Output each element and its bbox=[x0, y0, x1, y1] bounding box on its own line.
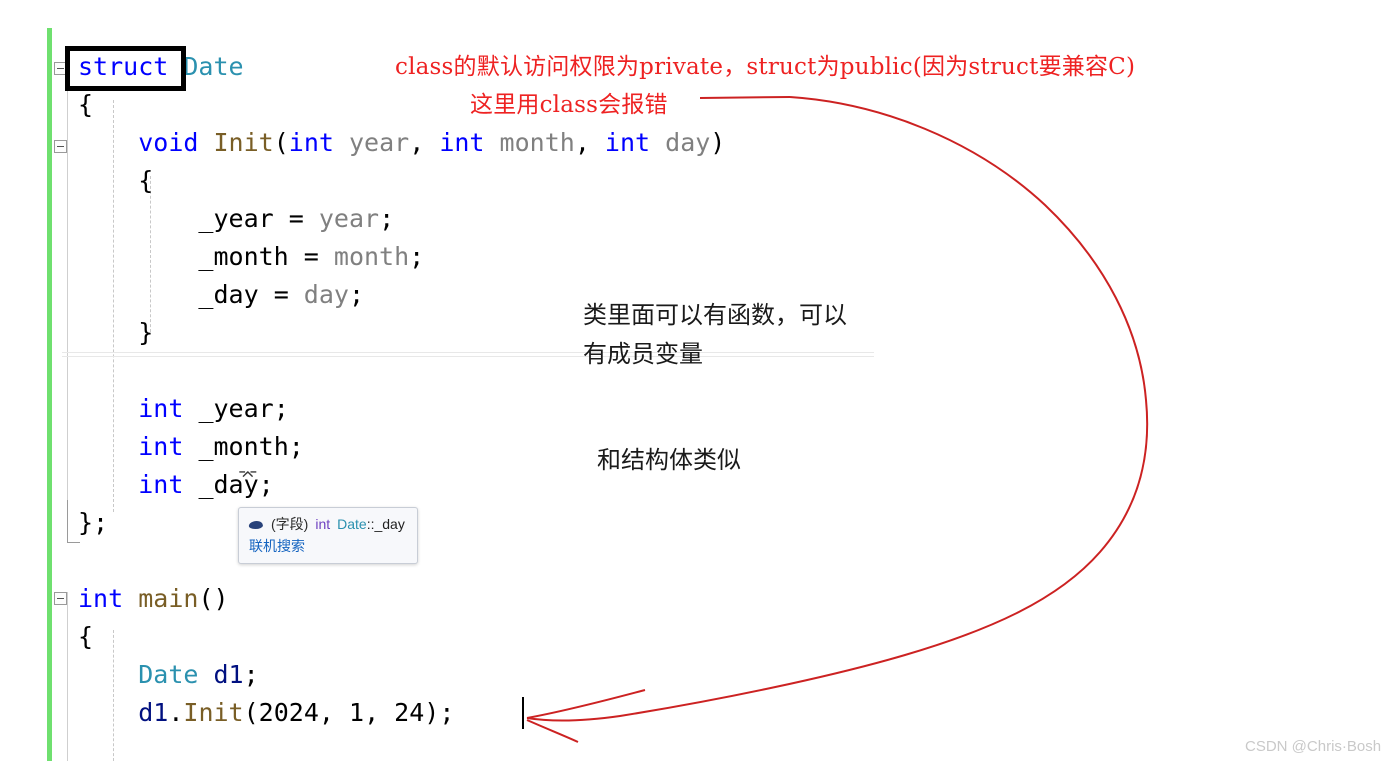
code-token: Date bbox=[183, 52, 244, 81]
code-token: void bbox=[138, 128, 199, 157]
code-token: 2024 bbox=[258, 698, 319, 727]
code-token: ); bbox=[424, 698, 455, 727]
code-token: day bbox=[665, 128, 711, 157]
code-token: ; bbox=[379, 204, 395, 233]
code-token: Init bbox=[183, 698, 244, 727]
collapse-toggle-main[interactable] bbox=[54, 592, 67, 605]
code-token: { bbox=[138, 166, 154, 195]
tooltip-kind-label: (字段) bbox=[271, 516, 309, 532]
code-line[interactable]: { bbox=[78, 618, 725, 656]
code-token: = bbox=[273, 204, 319, 233]
code-line[interactable]: _year = year; bbox=[78, 200, 725, 238]
code-token: int bbox=[604, 128, 651, 157]
code-token: { bbox=[78, 622, 94, 651]
outlining-line-main bbox=[67, 592, 68, 761]
code-token: _month bbox=[198, 242, 289, 271]
code-token: day bbox=[303, 280, 349, 309]
code-token: Date bbox=[138, 660, 199, 689]
code-token: ; bbox=[348, 280, 365, 309]
code-token: } bbox=[138, 318, 154, 347]
text-ibeam-cursor: ⌤ bbox=[238, 466, 258, 485]
annotation-red-line-1: class的默认访问权限为private，struct为public(因为str… bbox=[395, 54, 1136, 80]
code-token: d1 bbox=[138, 698, 169, 727]
code-line[interactable]: int main() bbox=[78, 580, 725, 618]
code-token: _month bbox=[198, 432, 289, 461]
tooltip-qualifier: Date bbox=[337, 516, 367, 532]
code-token: , bbox=[574, 128, 605, 157]
code-token: = bbox=[288, 242, 334, 271]
code-token: _year bbox=[198, 204, 274, 233]
code-token: ) bbox=[710, 128, 726, 157]
code-line[interactable]: _month = month; bbox=[78, 238, 725, 276]
intellisense-quickinfo-tooltip[interactable]: (字段) int Date::_day 联机搜索 bbox=[238, 507, 418, 564]
code-token: = bbox=[258, 280, 304, 309]
change-tracking-bar bbox=[47, 28, 52, 761]
code-token: . bbox=[168, 698, 184, 727]
code-token: int bbox=[138, 394, 184, 423]
code-token: Init bbox=[213, 128, 274, 157]
code-token: }; bbox=[78, 508, 109, 537]
code-line[interactable]: d1.Init(2024, 1, 24); bbox=[78, 694, 725, 732]
code-token: int bbox=[138, 470, 184, 499]
annotation-red-line-2: 这里用class会报错 bbox=[470, 92, 668, 118]
code-token: month bbox=[333, 242, 410, 271]
code-token: ; bbox=[288, 432, 304, 461]
code-line[interactable]: { bbox=[78, 162, 725, 200]
code-token: , bbox=[318, 698, 349, 727]
collapse-toggle-init[interactable] bbox=[54, 140, 67, 153]
annotation-black-line-3: 和结构体类似 bbox=[597, 446, 741, 474]
csdn-watermark: CSDN @Chris·Bosh bbox=[1245, 738, 1382, 755]
tooltip-qualified-name: Date::_day bbox=[337, 514, 405, 535]
annotation-black-line-1: 类里面可以有函数，可以 bbox=[583, 301, 847, 329]
tooltip-member: _day bbox=[374, 516, 405, 532]
code-token: year bbox=[349, 128, 410, 157]
code-token: ; bbox=[273, 394, 289, 423]
code-text[interactable]: struct Date{ void Init(int year, int mon… bbox=[78, 48, 725, 732]
code-token: ( bbox=[273, 128, 289, 157]
code-line[interactable]: int _year; bbox=[78, 390, 725, 428]
code-token: int bbox=[78, 584, 124, 613]
code-token: ; bbox=[243, 660, 259, 689]
code-token: year bbox=[318, 204, 380, 233]
code-token: ; bbox=[258, 470, 274, 499]
code-token: () bbox=[198, 584, 229, 613]
tooltip-return-type: int bbox=[315, 516, 331, 532]
code-token: , bbox=[409, 128, 440, 157]
code-token: { bbox=[78, 90, 94, 119]
code-line[interactable]: Date d1; bbox=[78, 656, 725, 694]
code-token: ; bbox=[409, 242, 425, 271]
code-token: int bbox=[439, 128, 485, 157]
code-token: month bbox=[499, 128, 575, 157]
code-token: int bbox=[138, 432, 184, 461]
code-token: _day bbox=[198, 280, 259, 309]
code-token: int bbox=[288, 128, 334, 157]
text-caret bbox=[522, 697, 524, 729]
code-token: 24 bbox=[394, 698, 425, 727]
tooltip-online-search-link[interactable]: 联机搜索 bbox=[249, 536, 405, 557]
editor-canvas: struct Date{ void Init(int year, int mon… bbox=[0, 0, 1396, 761]
tooltip-signature-row: (字段) int Date::_day bbox=[248, 514, 405, 535]
code-token: _year bbox=[198, 394, 274, 423]
outlining-line-struct bbox=[67, 62, 68, 512]
code-token: d1 bbox=[213, 660, 244, 689]
code-line[interactable]: void Init(int year, int month, int day) bbox=[78, 124, 725, 162]
annotation-black-line-2: 有成员变量 bbox=[583, 340, 703, 368]
code-token: 1 bbox=[349, 698, 365, 727]
struct-keyword-highlight-box bbox=[65, 46, 186, 91]
code-token: main bbox=[138, 584, 199, 613]
field-icon bbox=[248, 518, 264, 532]
code-token: , bbox=[364, 698, 395, 727]
code-token: ( bbox=[243, 698, 259, 727]
